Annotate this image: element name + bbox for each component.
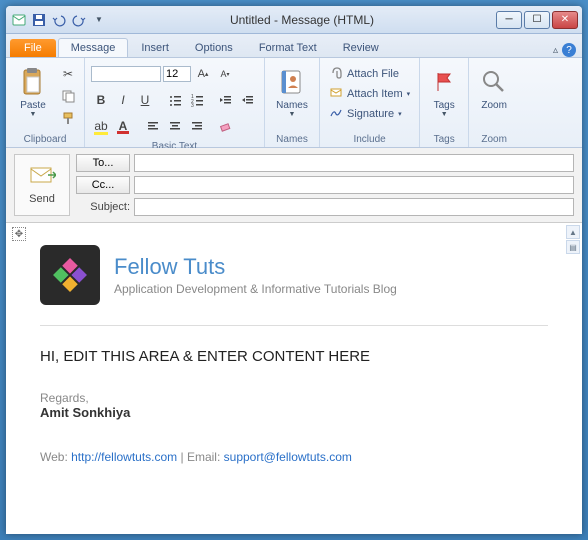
copy-icon[interactable] bbox=[58, 86, 78, 106]
cut-icon[interactable]: ✂ bbox=[58, 64, 78, 84]
quick-access-toolbar: ▼ bbox=[10, 11, 108, 29]
highlight-icon[interactable]: ab bbox=[91, 116, 111, 136]
window-controls: ─ ☐ ✕ bbox=[496, 11, 578, 29]
save-icon[interactable] bbox=[30, 11, 48, 29]
compose-header: Send To... Cc... Subject: bbox=[6, 148, 582, 223]
ribbon-tabstrip: File Message Insert Options Format Text … bbox=[6, 34, 582, 58]
brand-logo bbox=[40, 245, 100, 305]
content-placeholder[interactable]: HI, EDIT THIS AREA & ENTER CONTENT HERE bbox=[40, 348, 548, 365]
signature-footer: Web: http://fellowtuts.com | Email: supp… bbox=[40, 450, 548, 464]
message-body[interactable]: ✥ ▲ ▤ Fellow Tuts Application Developmen… bbox=[6, 223, 582, 534]
clear-formatting-icon[interactable] bbox=[215, 116, 235, 136]
subject-field[interactable] bbox=[134, 198, 574, 216]
decrease-indent-icon[interactable] bbox=[215, 90, 235, 110]
app-icon bbox=[10, 11, 28, 29]
cc-field[interactable] bbox=[134, 176, 574, 194]
names-button[interactable]: Names ▼ bbox=[271, 64, 313, 120]
svg-text:3: 3 bbox=[191, 103, 194, 107]
cc-button[interactable]: Cc... bbox=[76, 176, 130, 194]
scroll-up-icon[interactable]: ▲ bbox=[566, 225, 580, 239]
grow-font-icon[interactable]: A▴ bbox=[193, 64, 213, 84]
group-tags: Tags ▼ Tags bbox=[420, 58, 469, 147]
zoom-button[interactable]: Zoom bbox=[475, 64, 513, 113]
tags-button[interactable]: Tags ▼ bbox=[426, 64, 462, 120]
close-button[interactable]: ✕ bbox=[552, 11, 578, 29]
titlebar: ▼ Untitled - Message (HTML) ─ ☐ ✕ bbox=[6, 6, 582, 34]
attach-item-icon bbox=[329, 85, 343, 102]
ruler-controls: ▲ ▤ bbox=[566, 225, 580, 254]
minimize-button[interactable]: ─ bbox=[496, 11, 522, 29]
format-painter-icon[interactable] bbox=[58, 108, 78, 128]
web-link[interactable]: http://fellowtuts.com bbox=[71, 450, 177, 464]
font-family-select[interactable] bbox=[91, 66, 161, 82]
font-size-select[interactable] bbox=[163, 66, 191, 82]
italic-button[interactable]: I bbox=[113, 90, 133, 110]
flag-icon bbox=[428, 66, 460, 98]
align-left-icon[interactable] bbox=[143, 116, 163, 136]
email-link[interactable]: support@fellowtuts.com bbox=[224, 450, 352, 464]
align-center-icon[interactable] bbox=[165, 116, 185, 136]
file-tab[interactable]: File bbox=[10, 39, 56, 57]
paste-button[interactable]: Paste ▼ bbox=[12, 64, 54, 120]
tab-options[interactable]: Options bbox=[182, 38, 246, 57]
signature-header: Fellow Tuts Application Development & In… bbox=[40, 245, 548, 305]
numbering-icon[interactable]: 123 bbox=[187, 90, 207, 110]
tab-review[interactable]: Review bbox=[330, 38, 392, 57]
outlook-message-window: ▼ Untitled - Message (HTML) ─ ☐ ✕ File M… bbox=[6, 6, 582, 534]
underline-button[interactable]: U bbox=[135, 90, 155, 110]
attach-item-button[interactable]: Attach Item ▾ bbox=[326, 84, 413, 103]
move-handle-icon[interactable]: ✥ bbox=[12, 227, 26, 241]
brand-tagline: Application Development & Informative Tu… bbox=[114, 282, 397, 296]
subject-label: Subject: bbox=[76, 201, 130, 213]
divider bbox=[40, 325, 548, 326]
tab-message[interactable]: Message bbox=[58, 38, 129, 57]
window-title: Untitled - Message (HTML) bbox=[108, 13, 496, 27]
tab-format-text[interactable]: Format Text bbox=[246, 38, 330, 57]
group-zoom: Zoom Zoom bbox=[469, 58, 519, 147]
shrink-font-icon[interactable]: A▾ bbox=[215, 64, 235, 84]
group-clipboard: Paste ▼ ✂ Clipboard bbox=[6, 58, 85, 147]
attach-file-button[interactable]: Attach File bbox=[326, 64, 413, 83]
bold-button[interactable]: B bbox=[91, 90, 111, 110]
ribbon: Paste ▼ ✂ Clipboard bbox=[6, 58, 582, 148]
minimize-ribbon-icon[interactable]: ▵ bbox=[553, 45, 558, 56]
font-color-icon[interactable]: A bbox=[113, 116, 133, 136]
address-book-icon bbox=[276, 66, 308, 98]
regards-label: Regards, bbox=[40, 391, 548, 405]
brand-name: Fellow Tuts bbox=[114, 254, 397, 280]
undo-icon[interactable] bbox=[50, 11, 68, 29]
group-include: Attach File Attach Item ▾ Signature bbox=[320, 58, 420, 147]
bullets-icon[interactable] bbox=[165, 90, 185, 110]
increase-indent-icon[interactable] bbox=[237, 90, 257, 110]
group-names: Names ▼ Names bbox=[265, 58, 320, 147]
tab-insert[interactable]: Insert bbox=[128, 38, 182, 57]
to-field[interactable] bbox=[134, 154, 574, 172]
send-button[interactable]: Send bbox=[14, 154, 70, 216]
clipboard-icon bbox=[17, 66, 49, 98]
qat-dropdown-icon[interactable]: ▼ bbox=[90, 11, 108, 29]
paperclip-icon bbox=[329, 65, 343, 82]
to-button[interactable]: To... bbox=[76, 154, 130, 172]
align-right-icon[interactable] bbox=[187, 116, 207, 136]
ruler-icon[interactable]: ▤ bbox=[566, 240, 580, 254]
help-icon[interactable]: ? bbox=[562, 43, 576, 57]
group-basic-text: A▴ A▾ B I U 123 bbox=[85, 58, 265, 147]
signature-name: Amit Sonkhiya bbox=[40, 405, 548, 420]
signature-button[interactable]: Signature ▾ bbox=[326, 104, 413, 123]
redo-icon[interactable] bbox=[70, 11, 88, 29]
signature-icon bbox=[329, 105, 343, 122]
magnifier-icon bbox=[478, 66, 510, 98]
maximize-button[interactable]: ☐ bbox=[524, 11, 550, 29]
send-icon bbox=[28, 165, 56, 190]
